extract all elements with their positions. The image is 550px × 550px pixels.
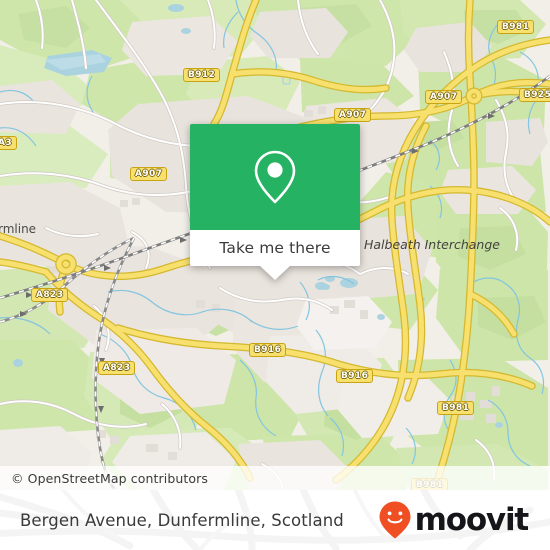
map-canvas[interactable]: B981 B912 A907 B925 A907 A3 A907 A823 B9… xyxy=(0,0,550,490)
moovit-wordmark: moovit xyxy=(414,501,530,538)
road-shield: A907 xyxy=(334,108,372,122)
footer-bar: Bergen Avenue, Dunfermline, Scotland moo… xyxy=(0,490,550,550)
road-shield: A907 xyxy=(425,90,463,104)
map-attribution-bar: © OpenStreetMap contributors xyxy=(0,466,550,490)
moovit-brand-logo[interactable]: moovit xyxy=(378,500,530,540)
place-label-dunfermline: rmline xyxy=(0,222,37,236)
popup-action-bar[interactable]: Take me there xyxy=(190,230,360,280)
popup-tail-pointer xyxy=(260,266,290,280)
location-popup-card[interactable]: Take me there xyxy=(190,124,360,280)
road-shield: B981 xyxy=(497,20,535,34)
osm-attribution-text[interactable]: © OpenStreetMap contributors xyxy=(0,471,208,486)
popup-header xyxy=(190,124,360,230)
take-me-there-label: Take me there xyxy=(219,239,331,257)
road-shield: A823 xyxy=(98,361,136,375)
moovit-smiling-pin-icon xyxy=(379,501,411,539)
map-pin-icon xyxy=(254,150,296,204)
road-shield: B916 xyxy=(336,369,374,383)
road-shield: B925 xyxy=(519,88,550,102)
road-shield: A907 xyxy=(130,167,168,181)
road-shield: B912 xyxy=(183,68,221,82)
map-screenshot: B981 B912 A907 B925 A907 A3 A907 A823 B9… xyxy=(0,0,550,550)
road-shield: B916 xyxy=(249,343,287,357)
road-shield: B981 xyxy=(437,401,475,415)
road-shield: A823 xyxy=(31,288,69,302)
location-title: Bergen Avenue, Dunfermline, Scotland xyxy=(20,510,344,530)
place-label-halbeath-interchange: Halbeath Interchange xyxy=(364,237,500,252)
road-shield: A3 xyxy=(0,136,18,150)
